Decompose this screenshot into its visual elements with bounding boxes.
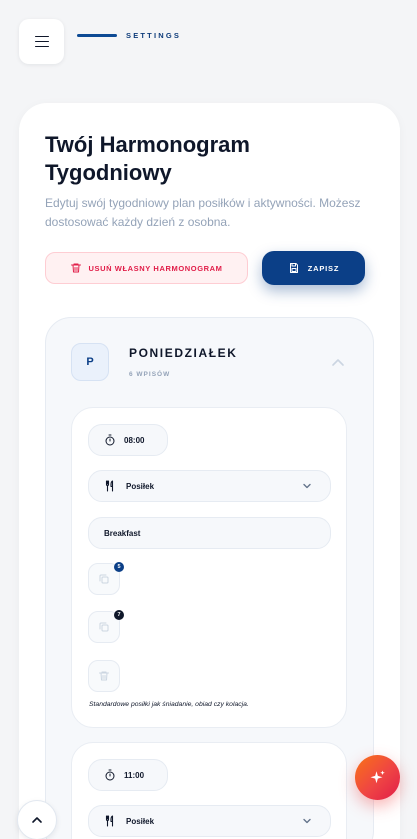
section-tag: SETTINGS [77,31,181,40]
chevron-up-icon [32,817,42,823]
page-subtitle: Edytuj swój tygodniowy plan posiłków i a… [45,196,361,229]
entry-type-select[interactable]: Posiłek [88,805,331,837]
save-label: ZAPISZ [307,263,340,273]
collapse-day-button[interactable] [330,355,346,369]
scroll-to-top-button[interactable] [17,800,57,839]
stopwatch-icon [105,434,115,446]
entry-type-hint: Standardowe posiłki jak śniadanie, obiad… [89,701,249,708]
copy-count-badge: 5 [114,562,124,572]
save-icon [289,263,298,273]
time-input[interactable]: 11:00 [88,759,168,791]
copy-icon [99,622,109,632]
entry-name-value: Breakfast [104,528,141,538]
chevron-down-icon [303,483,311,489]
entry-type-select[interactable]: Posiłek [88,470,331,502]
time-value: 08:00 [124,435,145,445]
menu-button[interactable] [19,19,64,64]
ai-assistant-button[interactable] [355,755,400,800]
save-button[interactable]: ZAPISZ [262,251,365,285]
delete-schedule-label: USUŃ WŁASNY HARMONOGRAM [88,263,223,273]
delete-entry-button[interactable] [88,660,120,692]
page-title: Twój Harmonogram Tygodniowy [45,132,250,185]
trash-icon [99,671,109,681]
entry-type-value: Posiłek [126,481,155,491]
copy-icon [99,574,109,584]
hamburger-icon [34,35,49,48]
day-entry-count: 6 WPISÓW [129,371,171,378]
chevron-down-icon [303,818,311,824]
entry-name-input[interactable]: Breakfast [88,517,331,549]
day-name[interactable]: PONIEDZIAŁEK [129,346,238,360]
sparkle-icon [370,770,385,783]
duplicate-count-badge: 7 [114,610,124,620]
time-value: 11:00 [124,770,145,780]
utensils-icon [105,480,114,492]
section-accent-bar [77,34,117,37]
delete-schedule-button[interactable]: USUŃ WŁASNY HARMONOGRAM [45,252,248,284]
day-avatar: P [71,343,109,381]
entry-type-value: Posiłek [126,816,155,826]
section-label: SETTINGS [126,31,182,40]
stopwatch-icon [105,769,115,781]
utensils-icon [105,815,114,827]
chevron-up-icon [332,359,344,366]
time-input[interactable]: 08:00 [88,424,168,456]
trash-icon [71,263,82,273]
